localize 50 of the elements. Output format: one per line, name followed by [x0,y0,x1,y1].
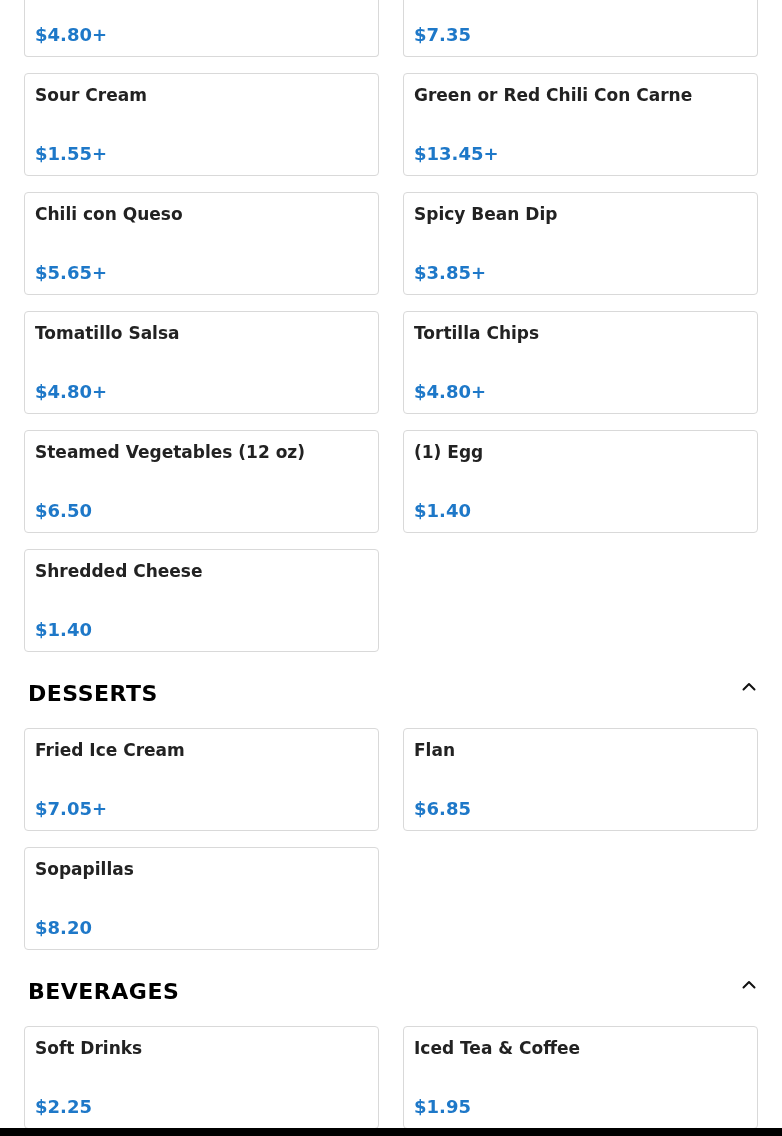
item-name: Green or Red Chili Con Carne [414,84,694,106]
item-name: Flan [414,739,456,761]
menu-item-card[interactable]: Flan $6.85 [403,728,758,831]
item-name: Chili con Queso [35,203,184,225]
item-name: Tomatillo Salsa [35,322,181,344]
item-name: (1) Egg [414,441,485,463]
menu-item-card[interactable]: Shredded Cheese $1.40 [24,549,379,652]
item-price: $6.50 [35,500,93,522]
item-name: Tortilla Chips [414,322,541,344]
item-name: Spicy Bean Dip [414,203,559,225]
menu-item-card[interactable]: Soft Drinks $2.25 [24,1026,379,1129]
item-price: $13.45+ [414,143,500,165]
section-heading: BEVERAGES [28,977,180,1006]
section-heading: DESSERTS [28,679,158,708]
item-price: $4.80+ [35,381,109,403]
menu-item-card[interactable]: Sour Cream $1.55+ [24,73,379,176]
item-price: $4.80+ [35,24,109,46]
item-name: Iced Tea & Coffee [414,1037,581,1059]
menu-item-card[interactable]: $7.35 [403,0,758,57]
item-price: $1.55+ [35,143,109,165]
item-name: Sour Cream [35,84,148,106]
item-name: Sopapillas [35,858,135,880]
item-price: $7.35 [414,24,472,46]
item-name: Soft Drinks [35,1037,144,1059]
item-price: $4.80+ [414,381,488,403]
item-name: Shredded Cheese [35,560,204,582]
menu-item-card[interactable]: Tortilla Chips $4.80+ [403,311,758,414]
menu-item-card[interactable]: Fried Ice Cream $7.05+ [24,728,379,831]
item-price: $3.85+ [414,262,488,284]
item-price: $1.40 [414,500,472,522]
menu-item-card[interactable]: Green or Red Chili Con Carne $13.45+ [403,73,758,176]
item-price: $8.20 [35,917,93,939]
menu-item-card[interactable]: Spicy Bean Dip $3.85+ [403,192,758,295]
menu-item-card[interactable]: Tomatillo Salsa $4.80+ [24,311,379,414]
item-price: $1.40 [35,619,93,641]
item-name: Fried Ice Cream [35,739,186,761]
menu-item-card[interactable]: Sopapillas $8.20 [24,847,379,950]
item-price: $6.85 [414,798,472,820]
chevron-up-icon[interactable] [742,681,756,691]
menu-item-card[interactable]: Steamed Vegetables (12 oz) $6.50 [24,430,379,533]
chevron-up-icon[interactable] [742,979,756,989]
item-price: $1.95 [414,1096,472,1118]
item-name: Steamed Vegetables (12 oz) [35,441,306,463]
item-price: $7.05+ [35,798,109,820]
menu-item-card[interactable]: Chili con Queso $5.65+ [24,192,379,295]
menu-item-card[interactable]: $4.80+ [24,0,379,57]
item-price: $5.65+ [35,262,109,284]
menu-item-card[interactable]: Iced Tea & Coffee $1.95 [403,1026,758,1129]
menu-item-card[interactable]: (1) Egg $1.40 [403,430,758,533]
item-price: $2.25 [35,1096,93,1118]
